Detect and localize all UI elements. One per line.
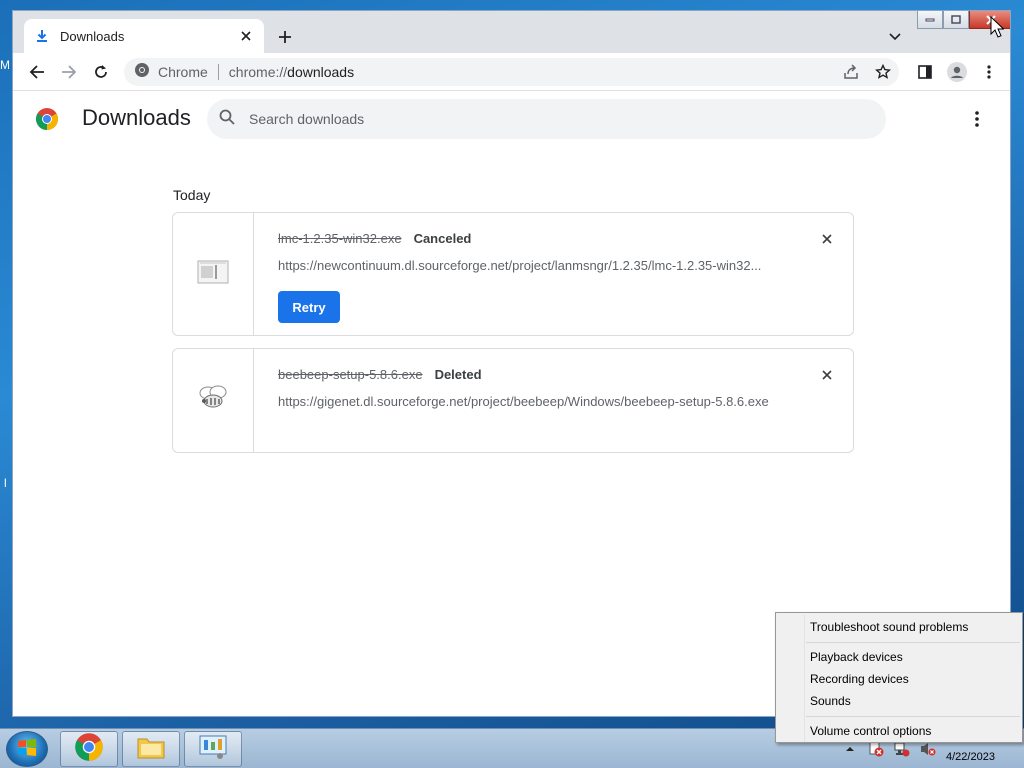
taskbar-control-panel-button[interactable] <box>184 731 242 767</box>
retry-button[interactable]: Retry <box>278 291 340 323</box>
download-url[interactable]: https://newcontinuum.dl.sourceforge.net/… <box>278 258 798 273</box>
tab-search-chevron-icon[interactable] <box>885 27 905 47</box>
desktop-edge-label-2: l <box>4 476 7 490</box>
download-title-line: beebeep-setup-5.8.6.exe Deleted <box>278 367 482 382</box>
download-item: lmc-1.2.35-win32.exe Canceled https://ne… <box>172 212 854 336</box>
tray-expand-icon[interactable] <box>842 741 858 757</box>
url-path: downloads <box>287 64 355 80</box>
omnibox-actions <box>841 62 893 82</box>
download-file-icon-cell <box>173 349 254 452</box>
menu-item-sounds[interactable]: Sounds <box>810 694 851 708</box>
page-title: Downloads <box>82 105 191 130</box>
tab-title: Downloads <box>60 28 125 44</box>
search-icon <box>219 109 235 130</box>
menu-separator <box>806 642 1020 643</box>
url-scheme: chrome:// <box>228 64 288 80</box>
side-panel-icon[interactable] <box>913 60 937 84</box>
download-status: Canceled <box>413 231 472 246</box>
address-bar[interactable]: Chrome chrome://downloads <box>124 58 899 86</box>
download-title-line: lmc-1.2.35-win32.exe Canceled <box>278 231 471 246</box>
forward-button[interactable] <box>57 60 81 84</box>
menu-item-playback-devices[interactable]: Playback devices <box>810 650 903 664</box>
taskbar-explorer-button[interactable] <box>122 731 180 767</box>
back-button[interactable] <box>25 60 49 84</box>
reload-button[interactable] <box>89 60 113 84</box>
remove-download-close-icon[interactable] <box>819 231 835 247</box>
speaker-muted-icon[interactable] <box>920 741 936 757</box>
url-text: chrome://downloads <box>229 64 354 80</box>
control-panel-icon <box>198 734 228 765</box>
search-placeholder: Search downloads <box>249 111 365 127</box>
download-status: Deleted <box>434 367 482 382</box>
menu-item-volume-control-options[interactable]: Volume control options <box>810 724 931 738</box>
new-tab-button[interactable] <box>275 27 295 47</box>
site-label: Chrome <box>158 64 208 80</box>
menu-item-troubleshoot-sound[interactable]: Troubleshoot sound problems <box>810 620 968 634</box>
share-icon[interactable] <box>841 62 861 82</box>
download-url[interactable]: https://gigenet.dl.sourceforge.net/proje… <box>278 394 798 409</box>
tab-strip: Downloads <box>13 11 1010 53</box>
desktop-edge-label: M <box>0 58 10 72</box>
date-heading: Today <box>173 187 211 203</box>
download-file-name[interactable]: lmc-1.2.35-win32.exe <box>278 231 402 246</box>
bee-app-icon <box>196 383 230 418</box>
tab-close-icon[interactable] <box>238 28 254 44</box>
browser-window: Downloads Chrome chrome://downloads Down… <box>12 10 1011 717</box>
folder-icon <box>136 734 166 765</box>
more-actions-icon[interactable] <box>967 109 987 129</box>
volume-context-menu: Troubleshoot sound problems Playback dev… <box>775 612 1023 743</box>
tab-downloads[interactable]: Downloads <box>24 19 264 53</box>
browser-menu-icon[interactable] <box>977 60 1001 84</box>
download-icon <box>34 28 50 44</box>
chrome-logo-icon <box>35 107 59 131</box>
chrome-site-icon <box>134 62 150 83</box>
download-file-name[interactable]: beebeep-setup-5.8.6.exe <box>278 367 423 382</box>
taskbar-date[interactable]: 4/22/2023 <box>946 751 995 763</box>
remove-download-close-icon[interactable] <box>819 367 835 383</box>
chrome-icon <box>74 732 104 767</box>
windows-logo-icon <box>17 738 37 761</box>
action-center-error-icon[interactable] <box>868 741 884 757</box>
search-downloads-input[interactable]: Search downloads <box>207 99 886 139</box>
omnibox-divider <box>217 64 219 80</box>
minimize-button[interactable] <box>917 11 943 29</box>
system-tray <box>842 741 936 757</box>
menu-item-recording-devices[interactable]: Recording devices <box>810 672 909 686</box>
network-error-icon[interactable] <box>894 741 910 757</box>
downloads-header: Downloads Search downloads <box>13 91 1010 147</box>
maximize-button[interactable] <box>943 11 969 29</box>
mouse-cursor-icon <box>990 15 1005 38</box>
download-file-icon-cell <box>173 213 254 335</box>
profile-avatar-icon[interactable] <box>945 60 969 84</box>
download-item: beebeep-setup-5.8.6.exe Deleted https://… <box>172 348 854 453</box>
bookmark-star-icon[interactable] <box>873 62 893 82</box>
start-button[interactable] <box>6 731 48 767</box>
taskbar-chrome-button[interactable] <box>60 731 118 767</box>
menu-gutter <box>804 615 805 742</box>
installer-file-icon <box>197 259 229 290</box>
browser-toolbar: Chrome chrome://downloads <box>13 53 1010 91</box>
menu-separator <box>806 716 1020 717</box>
